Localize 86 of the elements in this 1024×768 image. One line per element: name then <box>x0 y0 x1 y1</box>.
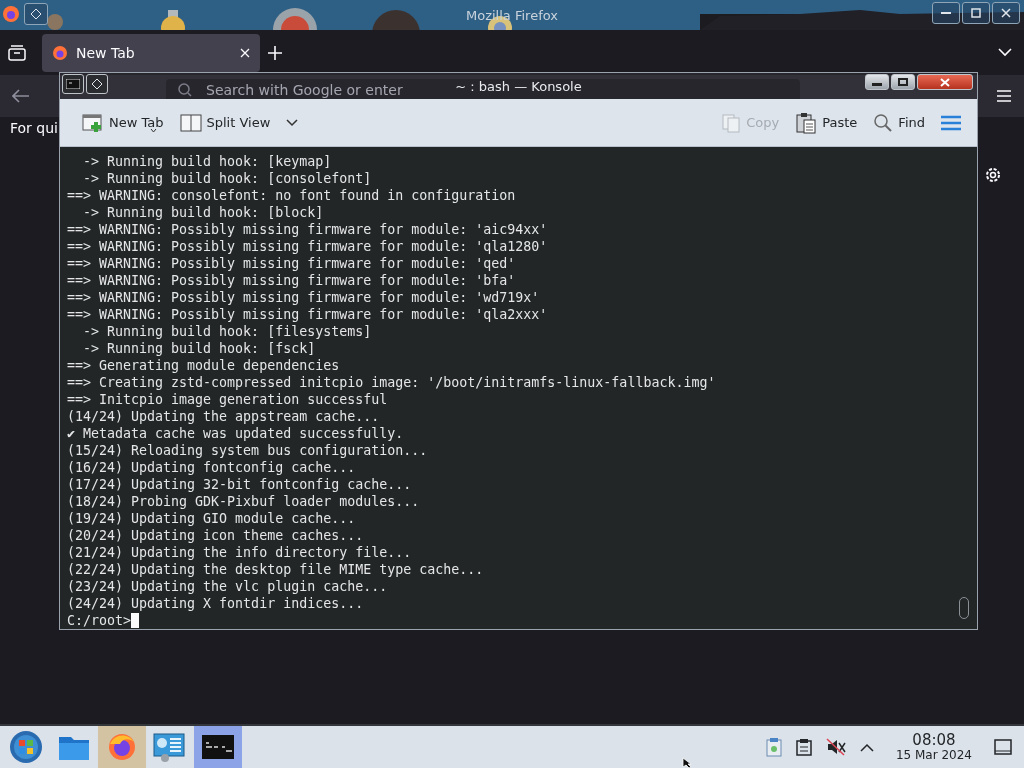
terminal-line: ==> WARNING: Possibly missing firmware for module: 'qla2xxx' <box>67 306 548 323</box>
minimize-button[interactable] <box>865 74 889 90</box>
close-icon <box>240 47 250 58</box>
dropdown-caret-icon <box>150 127 157 133</box>
mouse-pointer-icon <box>682 758 692 768</box>
maximize-icon <box>971 8 981 18</box>
firefox-taskbar-button[interactable] <box>98 726 146 768</box>
browser-tab[interactable]: New Tab <box>42 33 260 72</box>
maximize-icon <box>898 78 908 86</box>
menu-icon <box>996 89 1012 103</box>
terminal-taskbar-button[interactable] <box>194 726 242 768</box>
terminal-line: ==> WARNING: Possibly missing firmware for module: 'qed' <box>67 255 516 272</box>
paste-button[interactable]: Paste <box>789 105 864 140</box>
terminal-line: ==> Initcpio image generation successful <box>67 391 388 408</box>
terminal-line: ==> Generating module dependencies <box>67 357 340 374</box>
terminal-line: -> Running build hook: [consolefont] <box>82 170 372 187</box>
terminal-line: (18/24) Probing GDK-Pixbuf loader modules... <box>67 493 420 510</box>
search-placeholder: Search with Google or enter <box>206 82 403 97</box>
text-cursor <box>131 613 140 628</box>
terminal-line: (14/24) Updating the appstream cache... <box>67 408 380 425</box>
system-monitor-icon <box>153 731 187 763</box>
firefox-icon <box>107 732 137 762</box>
terminal-line: (16/24) Updating fontconfig cache... <box>67 459 356 476</box>
terminal-line: ✔ Metadata cache was updated successfully. <box>67 425 404 442</box>
pin-button[interactable] <box>24 3 48 25</box>
caret-icon <box>286 118 299 127</box>
terminal-icon <box>202 735 234 759</box>
shell-prompt: C:/root> <box>67 612 132 629</box>
speaker-muted-icon <box>825 738 846 756</box>
terminal-line: ==> WARNING: Possibly missing firmware for module: 'wd719x' <box>67 289 540 306</box>
show-desktop-icon <box>994 739 1012 755</box>
terminal-line: (20/24) Updating icon theme caches... <box>67 527 364 544</box>
maximize-button[interactable] <box>891 74 915 90</box>
new-tab-icon <box>82 112 104 133</box>
settings-icon <box>984 166 1002 184</box>
close-icon <box>1001 8 1011 18</box>
split-view-button[interactable]: Split View <box>173 105 277 140</box>
menu-icon <box>941 114 961 131</box>
pin-button[interactable] <box>86 74 108 94</box>
back-arrow-icon <box>12 89 30 103</box>
terminal-line: (24/24) Updating X fontdir indices... <box>67 595 364 612</box>
diamond-icon <box>91 78 103 90</box>
terminal-line: ==> WARNING: Possibly missing firmware for module: 'qla1280' <box>67 238 548 255</box>
terminal-line: ==> WARNING: Possibly missing firmware for module: 'bfa' <box>67 272 516 289</box>
start-orb-icon <box>9 730 43 764</box>
close-icon <box>940 77 950 87</box>
terminal-line: -> Running build hook: [keymap] <box>82 153 332 170</box>
close-button[interactable] <box>917 74 973 90</box>
window-menu-button[interactable] <box>62 74 84 94</box>
firefox-icon <box>2 5 20 23</box>
caret-up-icon <box>859 742 874 752</box>
find-button[interactable]: Find <box>867 105 931 140</box>
clock-date: 15 Mar 2024 <box>895 748 972 762</box>
diamond-icon <box>30 8 42 20</box>
firefox-icon <box>52 44 68 61</box>
notes-icon <box>795 738 812 756</box>
terminal-line: (17/24) Updating 32-bit fontconfig cache... <box>67 476 412 493</box>
terminal-line: ==> WARNING: Possibly missing firmware for module: 'aic94xx' <box>67 221 548 238</box>
terminal-line: -> Running build hook: [block] <box>82 204 324 221</box>
close-button[interactable] <box>992 2 1020 24</box>
search-icon <box>873 112 894 133</box>
clipboard-icon <box>765 737 782 757</box>
clock-time: 08:08 <box>912 732 956 749</box>
terminal-line: ==> Creating zstd-compressed initcpio image: '/boot/initramfs-linux-fallback.img' <box>67 374 716 391</box>
terminal-line: (23/24) Updating the vlc plugin cache... <box>67 578 388 595</box>
new-tab-button[interactable]: New Tab <box>76 105 170 140</box>
terminal-line: (19/24) Updating GIO module cache... <box>67 510 356 527</box>
new-tab-plus-icon <box>268 45 282 60</box>
tab-list-icon <box>8 44 26 61</box>
window-title: Mozilla Firefox <box>466 7 558 23</box>
search-icon <box>178 82 192 97</box>
terminal-line: -> Running build hook: [fsck] <box>82 340 316 357</box>
chevron-down-icon <box>998 48 1012 57</box>
split-view-icon <box>179 112 202 133</box>
terminal-line: ==> WARNING: consolefont: no font found in configuration <box>67 187 516 204</box>
terminal-line: (21/24) Updating the info directory file... <box>67 544 412 561</box>
terminal-line: (15/24) Reloading system bus configuration... <box>67 442 428 459</box>
terminal-icon <box>66 79 80 89</box>
minimize-button[interactable] <box>932 2 960 24</box>
page-text: For qui <box>10 120 58 136</box>
terminal-line: -> Running build hook: [filesystems] <box>82 323 372 340</box>
clipboard-icon <box>795 111 818 134</box>
terminal-line: (22/24) Updating the desktop file MIME type cache... <box>67 561 484 578</box>
window-title: ~ : bash — Konsole <box>455 78 582 94</box>
maximize-button[interactable] <box>962 2 990 24</box>
copy-icon <box>721 112 742 133</box>
